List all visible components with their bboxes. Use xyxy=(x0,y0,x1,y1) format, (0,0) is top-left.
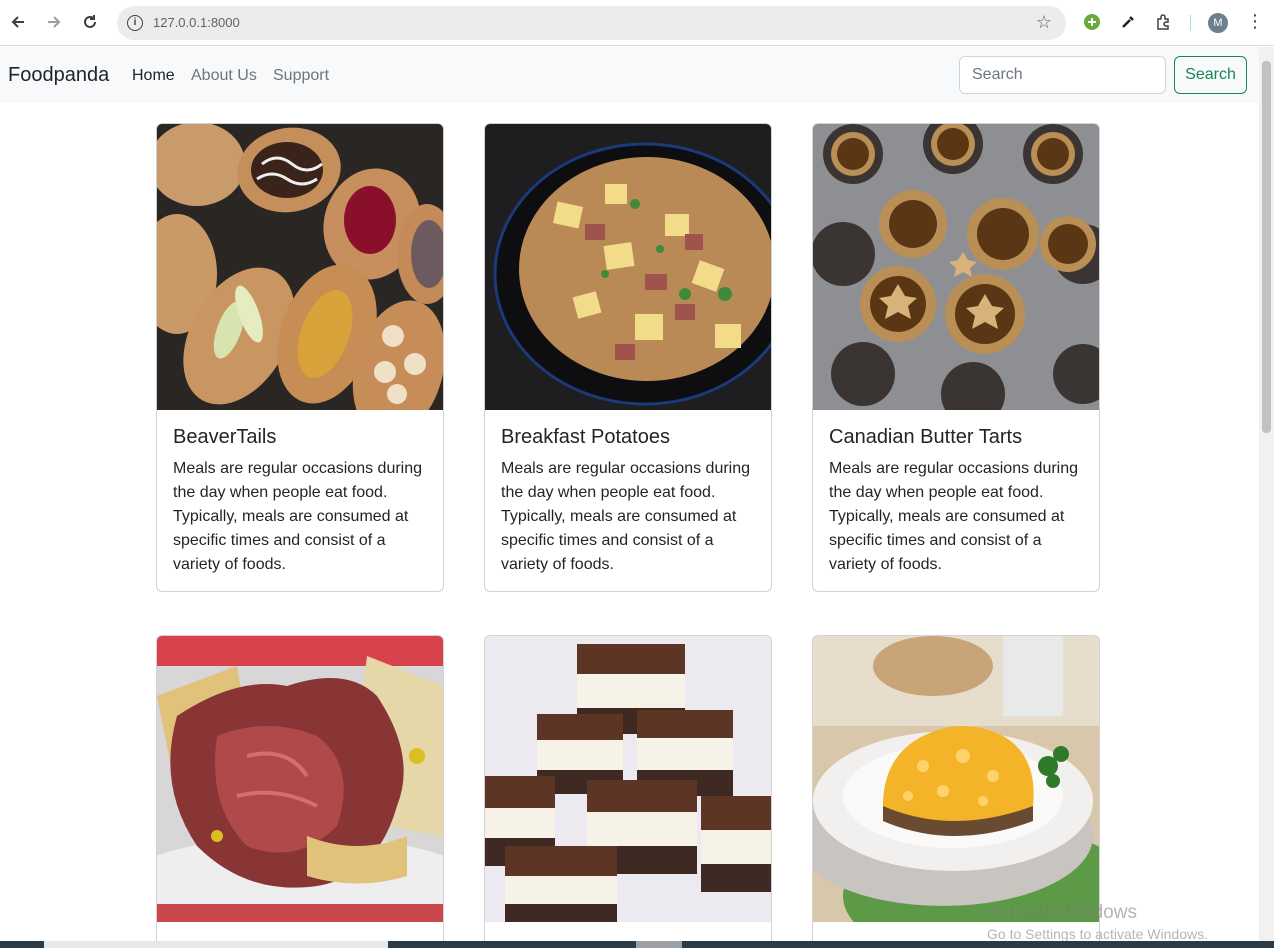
site-info-icon[interactable]: i xyxy=(127,15,143,31)
smoked-meat-sandwich-photo xyxy=(157,636,443,922)
forward-icon[interactable] xyxy=(43,11,65,33)
food-card[interactable]: Canadian Butter Tarts Meals are regular … xyxy=(812,123,1100,592)
card-title: Canadian Butter Tarts xyxy=(829,426,1023,448)
search-input[interactable] xyxy=(959,56,1166,94)
taskbar-strip xyxy=(0,941,1274,948)
taskbar-segment xyxy=(636,941,682,948)
extensions-puzzle-icon[interactable] xyxy=(1154,12,1174,32)
food-card[interactable] xyxy=(812,635,1100,941)
back-icon[interactable] xyxy=(7,11,29,33)
vertical-scrollbar[interactable] xyxy=(1259,47,1274,941)
brand-logo[interactable]: Foodpanda xyxy=(8,64,109,87)
nav-link-home[interactable]: Home xyxy=(132,67,175,85)
shepherds-pie-photo xyxy=(813,636,1099,922)
card-description: Meals are regular occasions during the d… xyxy=(501,460,751,573)
profile-avatar[interactable]: M xyxy=(1208,13,1228,33)
card-title: BeaverTails xyxy=(173,426,277,448)
nanaimo-bars-photo xyxy=(485,636,771,922)
nav-link-about-us[interactable]: About Us xyxy=(191,67,257,85)
card-description: Meals are regular occasions during the d… xyxy=(173,460,423,573)
page-viewport: Foodpanda Home About Us Support Search S… xyxy=(0,47,1259,941)
food-card[interactable] xyxy=(156,635,444,941)
card-title: Breakfast Potatoes xyxy=(501,426,670,448)
site-navbar: Foodpanda Home About Us Support Search xyxy=(0,47,1259,103)
bookmark-star-icon[interactable]: ☆ xyxy=(1036,12,1052,33)
extension-plus-icon[interactable] xyxy=(1082,12,1102,32)
eyedropper-icon[interactable] xyxy=(1118,12,1138,32)
watermark-subtitle: Go to Settings to activate Windows. xyxy=(987,926,1208,941)
beavertails-photo xyxy=(157,124,443,410)
reload-icon[interactable] xyxy=(79,11,101,33)
taskbar-segment xyxy=(44,941,388,948)
browser-toolbar: i 127.0.0.1:8000 ☆ M ⋮ xyxy=(0,0,1274,46)
breakfast-potatoes-photo xyxy=(485,124,771,410)
toolbar-divider xyxy=(1190,15,1191,31)
address-bar[interactable]: i 127.0.0.1:8000 ☆ xyxy=(117,6,1066,40)
windows-activation-watermark: Activate Windows Go to Settings to activ… xyxy=(987,902,1208,941)
food-card[interactable]: Breakfast Potatoes Meals are regular occ… xyxy=(484,123,772,592)
scrollbar-thumb[interactable] xyxy=(1262,61,1271,433)
url-text[interactable]: 127.0.0.1:8000 xyxy=(153,15,240,30)
search-button[interactable]: Search xyxy=(1174,56,1247,94)
more-menu-icon[interactable]: ⋮ xyxy=(1246,11,1264,32)
nav-link-support[interactable]: Support xyxy=(273,67,329,85)
butter-tarts-photo xyxy=(813,124,1099,410)
watermark-title: Activate Windows xyxy=(987,902,1137,923)
card-description: Meals are regular occasions during the d… xyxy=(829,460,1079,573)
food-card[interactable] xyxy=(484,635,772,941)
food-card[interactable]: BeaverTails Meals are regular occasions … xyxy=(156,123,444,592)
